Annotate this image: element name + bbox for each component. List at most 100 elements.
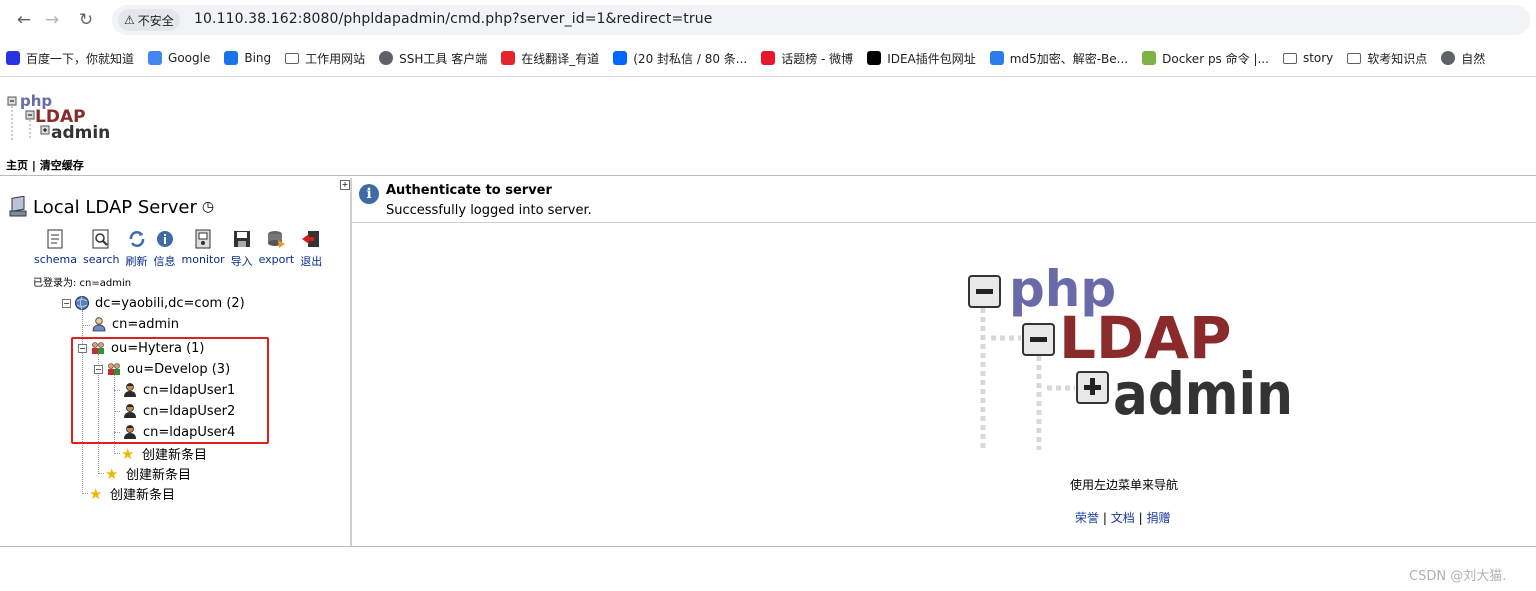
globe-icon — [1441, 51, 1456, 65]
tool-button[interactable]: 刷新 — [126, 228, 148, 269]
tool-label: 信息 — [153, 255, 176, 268]
url-text[interactable]: 10.110.38.162:8080/phpldapadmin/cmd.php?… — [194, 11, 712, 27]
bookmark-label: 自然 — [1461, 51, 1486, 66]
svg-text:admin: admin — [51, 123, 110, 143]
back-icon[interactable]: ← — [14, 10, 34, 30]
tree-node-create-hytera: ★ 创建新条目 — [105, 464, 191, 484]
bookmark-label: 百度一下，你就知道 — [26, 51, 135, 66]
bookmark-label: 软考知识点 — [1367, 51, 1428, 66]
security-label: 不安全 — [137, 13, 174, 28]
globe-icon — [75, 296, 89, 310]
bookmark-item[interactable]: 话题榜 - 微博 — [761, 50, 853, 67]
tool-button[interactable]: export — [258, 228, 295, 269]
collapse-node-icon[interactable]: − — [62, 298, 71, 308]
tool-label: monitor — [181, 253, 225, 266]
navigation-hint: 使用左边菜单来导航 — [1070, 478, 1179, 492]
reload-icon[interactable]: ↻ — [76, 10, 96, 30]
documentation-link[interactable]: 文档 — [1111, 511, 1135, 525]
tool-button[interactable]: 导入 — [231, 228, 253, 269]
bookmark-item[interactable]: Docker ps 命令 |... — [1142, 50, 1269, 67]
tree-admin-label[interactable]: cn=admin — [112, 317, 179, 332]
donate-link[interactable]: 捐赠 — [1146, 511, 1170, 525]
bookmark-item[interactable]: 自然 — [1441, 50, 1485, 67]
tool-label: export — [258, 253, 295, 266]
bookmark-item[interactable]: 工作用网站 — [285, 50, 365, 67]
tool-button[interactable]: schema — [34, 228, 77, 269]
header-divider — [0, 175, 1536, 176]
clock-icon[interactable]: ◷ — [202, 199, 214, 215]
tree-root-label[interactable]: dc=yaobili,dc=com (2) — [95, 296, 245, 311]
link-separator: | — [1138, 511, 1143, 525]
link-separator: | — [1102, 511, 1107, 525]
tree-node-create-develop: ★ 创建新条目 — [121, 444, 207, 464]
csdn-watermark: CSDN @刘大猫. — [1409, 569, 1507, 584]
bookmark-item[interactable]: story — [1282, 51, 1333, 65]
b-icon — [989, 51, 1004, 65]
bookmark-item[interactable]: SSH工具 客户端 — [379, 50, 487, 67]
bookmark-label: Google — [168, 51, 211, 65]
server-toolbar: schema search 刷新 信息 monitor 导入 export 退出 — [34, 228, 328, 269]
forward-icon[interactable]: → — [42, 10, 62, 30]
bookmark-item[interactable]: Google — [148, 51, 210, 65]
create-new-entry-link[interactable]: 创建新条目 — [142, 444, 207, 463]
baidu-icon — [6, 51, 20, 65]
tree-node-root: − dc=yaobili,dc=com (2) — [62, 295, 245, 311]
tree-node-create-root: ★ 创建新条目 — [89, 484, 175, 504]
monitor-icon — [195, 229, 211, 249]
refresh-icon — [129, 231, 144, 247]
bookmark-item[interactable]: (20 封私信 / 80 条... — [613, 50, 747, 67]
server-title: Local LDAP Server ◷ — [8, 196, 214, 218]
phpldapadmin-logo-small[interactable]: php LDAP admin — [6, 90, 116, 144]
tree-line — [82, 325, 90, 326]
bookmark-label: SSH工具 客户端 — [399, 51, 488, 66]
bookmark-item[interactable]: 在线翻译_有道 — [501, 50, 599, 67]
tool-button[interactable]: 信息 — [154, 228, 176, 269]
red-highlight-box — [71, 337, 269, 444]
bookmark-label: (20 封私信 / 80 条... — [633, 51, 748, 66]
menu-separator: | — [31, 159, 36, 172]
bookmark-item[interactable]: Bing — [224, 51, 271, 65]
star-icon: ★ — [105, 464, 119, 483]
top-menu: 主页 | 清空缓存 — [6, 157, 84, 173]
bookmark-label: Bing — [244, 51, 272, 65]
warning-icon: ⚠ — [124, 13, 135, 27]
home-link[interactable]: 主页 — [6, 159, 28, 172]
schema-icon — [47, 229, 63, 249]
folder-icon — [1347, 52, 1362, 64]
collapse-panel-icon[interactable]: + — [340, 180, 350, 190]
bing-icon — [224, 51, 239, 65]
tool-label: 刷新 — [125, 255, 148, 268]
google-icon — [148, 51, 163, 65]
server-icon — [9, 196, 27, 217]
bookmark-label: 在线翻译_有道 — [521, 51, 600, 66]
info-icon — [156, 231, 173, 247]
weibo-icon — [761, 51, 776, 65]
folder-icon — [285, 52, 300, 64]
tool-button[interactable]: 退出 — [300, 228, 322, 269]
logged-in-as: 已登录为: cn=admin — [33, 278, 132, 289]
bookmark-label: IDEA插件包网址 — [887, 51, 976, 66]
create-new-entry-link[interactable]: 创建新条目 — [126, 464, 191, 483]
address-bar[interactable]: ⚠ 不安全 10.110.38.162:8080/phpldapadmin/cm… — [112, 5, 1530, 35]
bookmarks-bar: 百度一下，你就知道 Google Bing 工作用网站 SSH工具 客户端 在线翻译_有道… — [0, 44, 1536, 72]
security-chip[interactable]: ⚠ 不安全 — [118, 9, 180, 31]
bookmark-item[interactable]: IDEA插件包网址 — [867, 50, 976, 67]
tool-button[interactable]: search — [83, 228, 120, 269]
tool-label: 退出 — [300, 255, 323, 268]
tool-label: schema — [34, 253, 77, 266]
logout-icon — [302, 231, 320, 247]
credits-link[interactable]: 荣誉 — [1075, 511, 1099, 525]
message-body: Successfully logged into server. — [386, 203, 592, 218]
clear-cache-link[interactable]: 清空缓存 — [40, 159, 84, 172]
youdao-icon — [501, 51, 516, 65]
globe-icon — [379, 51, 394, 65]
tool-button[interactable]: monitor — [182, 228, 225, 269]
create-new-entry-link[interactable]: 创建新条目 — [110, 484, 175, 503]
bookmark-label: Docker ps 命令 |... — [1162, 51, 1269, 66]
tool-label: search — [82, 253, 120, 266]
bookmark-item[interactable]: md5加密、解密-Be... — [989, 50, 1128, 67]
bookmark-item[interactable]: 软考知识点 — [1347, 50, 1427, 67]
tool-label: 导入 — [230, 255, 253, 268]
bookmark-item[interactable]: 百度一下，你就知道 — [6, 50, 134, 67]
user-icon — [92, 317, 106, 332]
